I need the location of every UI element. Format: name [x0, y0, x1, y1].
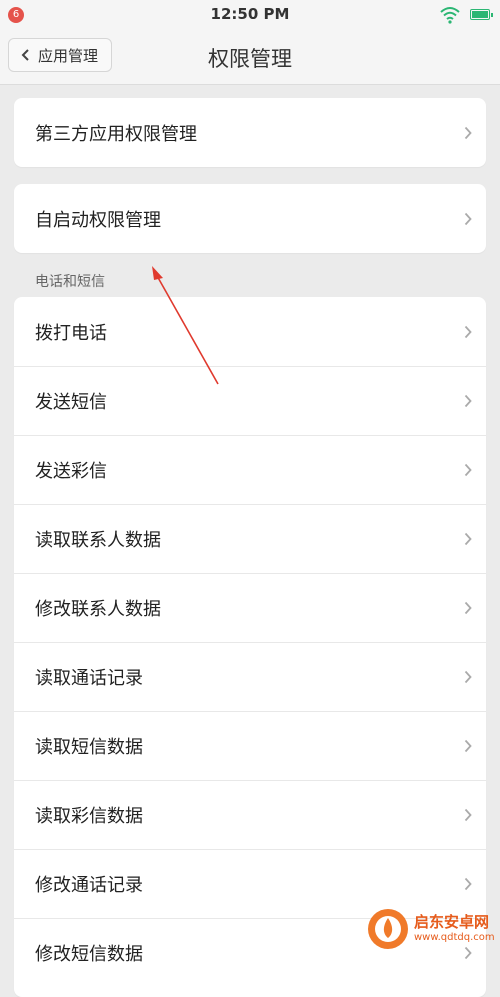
chevron-right-icon [464, 739, 472, 753]
list-item-label: 修改联系人数据 [35, 599, 161, 620]
autostart-permissions-card: 自启动权限管理 [14, 184, 486, 253]
phone-sms-permissions-card: 拨打电话 发送短信 发送彩信 读取联系人数据 修改联系人数据 读取通话记录 读取… [14, 297, 486, 997]
list-item-label: 读取联系人数据 [35, 530, 161, 551]
list-item-send-mms[interactable]: 发送彩信 [14, 435, 486, 504]
watermark: 启东安卓网 www.qdtdq.com [366, 905, 496, 953]
chevron-right-icon [464, 212, 472, 225]
third-party-permissions-card: 第三方应用权限管理 [14, 98, 486, 167]
chevron-right-icon [464, 877, 472, 891]
list-item-make-call[interactable]: 拨打电话 [14, 297, 486, 366]
list-item-label: 第三方应用权限管理 [35, 123, 197, 145]
list-item-label: 拨打电话 [35, 322, 107, 344]
list-item-label: 读取通话记录 [35, 668, 143, 689]
list-item-third-party-permissions[interactable]: 第三方应用权限管理 [14, 98, 486, 167]
list-item-label: 发送彩信 [35, 461, 107, 482]
status-time: 12:50 PM [210, 5, 290, 23]
wifi-icon [440, 7, 460, 24]
chevron-right-icon [464, 808, 472, 822]
watermark-name: 启东安卓网 [414, 913, 490, 931]
list-item-modify-contacts[interactable]: 修改联系人数据 [14, 573, 486, 642]
list-item-send-sms[interactable]: 发送短信 [14, 366, 486, 435]
section-header-phone-sms: 电话和短信 [35, 274, 105, 290]
chevron-right-icon [464, 325, 472, 338]
list-item-read-contacts[interactable]: 读取联系人数据 [14, 504, 486, 573]
page-title: 权限管理 [208, 47, 292, 71]
list-item-read-sms[interactable]: 读取短信数据 [14, 711, 486, 780]
list-item-read-call-log[interactable]: 读取通话记录 [14, 642, 486, 711]
list-item-label: 读取短信数据 [35, 737, 143, 758]
list-item-label: 修改短信数据 [35, 944, 143, 965]
nav-header: 应用管理 权限管理 [0, 30, 500, 85]
battery-icon [470, 9, 493, 20]
list-item-label: 修改通话记录 [35, 875, 143, 896]
watermark-url: www.qdtdq.com [414, 932, 495, 943]
list-item-label: 发送短信 [35, 392, 107, 413]
site-logo-icon [368, 909, 408, 949]
chevron-right-icon [464, 463, 472, 477]
list-item-label: 读取彩信数据 [35, 806, 143, 827]
chevron-right-icon [464, 601, 472, 615]
chevron-right-icon [464, 670, 472, 684]
chevron-right-icon [464, 532, 472, 546]
list-item-read-mms[interactable]: 读取彩信数据 [14, 780, 486, 849]
list-item-label: 自启动权限管理 [35, 209, 161, 231]
chevron-right-icon [464, 394, 472, 408]
status-bar: 6 12:50 PM [0, 0, 500, 30]
list-item-autostart-permissions[interactable]: 自启动权限管理 [14, 184, 486, 253]
chevron-right-icon [464, 126, 472, 139]
